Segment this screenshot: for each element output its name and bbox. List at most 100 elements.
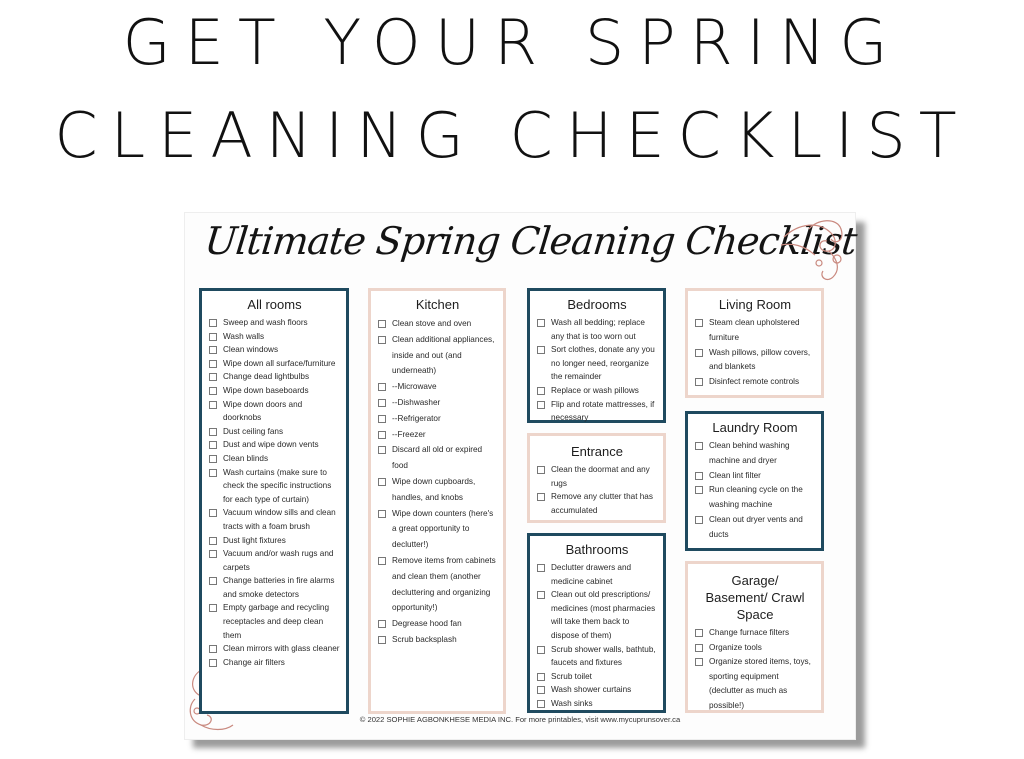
checkbox[interactable] [378,446,386,455]
checkbox[interactable] [695,515,703,524]
checkbox[interactable] [378,383,386,392]
checklist-item-label: Clean out dryer vents and ducts [709,514,803,539]
checklist-item-label: Dust light fixtures [223,535,286,545]
checklist-item: Discard all old or expired food [378,442,497,474]
checklist-item-label: Disinfect remote controls [709,377,800,387]
checklist-item: --Refrigerator [378,411,497,427]
checkbox[interactable] [378,398,386,407]
checkbox[interactable] [209,645,217,654]
checklist-item-label: Steam clean upholstered furniture [709,318,800,342]
checkbox[interactable] [537,346,545,355]
checkbox[interactable] [209,550,217,559]
checkbox[interactable] [537,672,545,681]
checklist-item-label: --Microwave [392,382,437,392]
checkbox[interactable] [209,319,217,327]
checklist-item: Sweep and wash floors [209,316,340,330]
section-entrance: Entrance Clean the doormat and any rugs R… [527,433,666,523]
checkbox[interactable] [378,335,386,344]
checklist-item: --Freezer [378,427,497,443]
checkbox[interactable] [209,658,217,667]
checklist-item: Sort clothes, donate any you no longer n… [537,343,657,384]
checklist-item: Wipe down baseboards [209,384,340,398]
checkbox[interactable] [209,454,217,463]
checkbox[interactable] [537,319,545,327]
checkbox[interactable] [209,577,217,586]
checkbox[interactable] [209,373,217,382]
checklist: Clean the doormat and any rugs Remove any… [537,463,657,517]
checkbox[interactable] [378,509,386,518]
checkbox[interactable] [695,471,703,480]
checkbox[interactable] [209,332,217,341]
checkbox[interactable] [695,643,703,652]
checkbox[interactable] [378,477,386,486]
checklist-item-label: Wipe down all surface/furniture [223,358,336,368]
checklist-item-label: Run cleaning cycle on the washing machin… [709,485,803,510]
checkbox[interactable] [209,427,217,436]
section-title: Bedrooms [567,297,627,312]
copyright-footer: © 2022 SOPHIE AGBONKHESE MEDIA INC. For … [359,715,681,724]
checkbox[interactable] [537,466,545,474]
checkbox[interactable] [209,400,217,409]
checklist-item-label: Wipe down doors and doorknobs [223,399,303,423]
checkbox[interactable] [537,699,545,708]
checkbox[interactable] [209,536,217,545]
checklist-item: Steam clean upholstered furniture [695,316,815,346]
checkbox[interactable] [378,430,386,439]
checkbox[interactable] [537,386,545,395]
checklist-item-label: Dust and wipe down vents [223,440,319,450]
checklist-item: --Dishwasher [378,395,497,411]
checkbox[interactable] [537,591,545,600]
checkbox[interactable] [378,556,386,565]
headline-line-1: GET YOUR SPRING [122,6,902,79]
checklist-item-label: Clean mirrors with glass cleaner [223,644,340,654]
checkbox[interactable] [695,442,703,450]
checklist-item-label: Vacuum and/or wash rugs and carpets [223,549,334,572]
checkbox[interactable] [378,320,386,328]
checklist-item-label: Wipe down baseboards [223,385,309,395]
checklist-item-label: Wipe down cupboards, handles, and knobs [392,476,476,502]
checklist-item-label: Replace or wash pillows [551,385,639,395]
flourish-ornament-icon [780,220,843,281]
checkbox[interactable] [537,493,545,502]
checkbox[interactable] [537,564,545,572]
checklist-item: Run cleaning cycle on the washing machin… [695,483,815,513]
checklist-item-label: Sort clothes, donate any you no longer n… [551,345,655,382]
checkbox[interactable] [378,635,386,644]
checkbox[interactable] [209,346,217,355]
checkbox[interactable] [537,400,545,409]
checkbox[interactable] [537,645,545,654]
section-title: Entrance [570,444,624,459]
checkbox[interactable] [209,509,217,518]
checkbox[interactable] [695,629,703,637]
checkbox[interactable] [209,386,217,395]
checklist-item: Change air filters [209,656,340,670]
checkbox[interactable] [209,468,217,477]
checklist-item: Organize tools [695,641,815,656]
checklist-item-label: Discard all old or expired food [392,445,483,471]
checkbox[interactable] [695,486,703,495]
checkbox[interactable] [695,319,703,327]
headline-line-2: CLEANING CHECKLIST [54,99,970,172]
checklist-item-label: --Dishwasher [392,397,441,407]
checklist-item: Clean out dryer vents and ducts [695,513,815,543]
checkbox[interactable] [695,348,703,357]
checklist-item: Wash pillows, pillow covers, and blanket… [695,346,815,376]
checkbox[interactable] [378,414,386,423]
checkbox[interactable] [209,441,217,450]
checkbox[interactable] [209,604,217,613]
checklist-item-label: Wash walls [223,331,265,341]
checkbox[interactable] [209,359,217,368]
checklist-item-label: Wash shower curtains [551,685,632,695]
checklist-item: Vacuum and/or wash rugs and carpets [209,547,340,574]
checklist-item-label: Clean stove and oven [392,319,472,328]
checkbox[interactable] [378,620,386,629]
section-all-rooms: All rooms Sweep and wash floors Wash wall… [199,288,349,714]
checkbox[interactable] [537,686,545,695]
checklist-item: Disinfect remote controls [695,375,815,390]
checkbox[interactable] [695,378,703,387]
checklist-item-label: --Refrigerator [392,413,441,423]
checklist: Wash all bedding; replace any that is to… [537,316,657,425]
checkbox[interactable] [695,658,703,667]
checklist-item-label: --Freezer [392,429,426,439]
checklist-item: Flip and rotate mattresses, if necessary [537,398,657,425]
